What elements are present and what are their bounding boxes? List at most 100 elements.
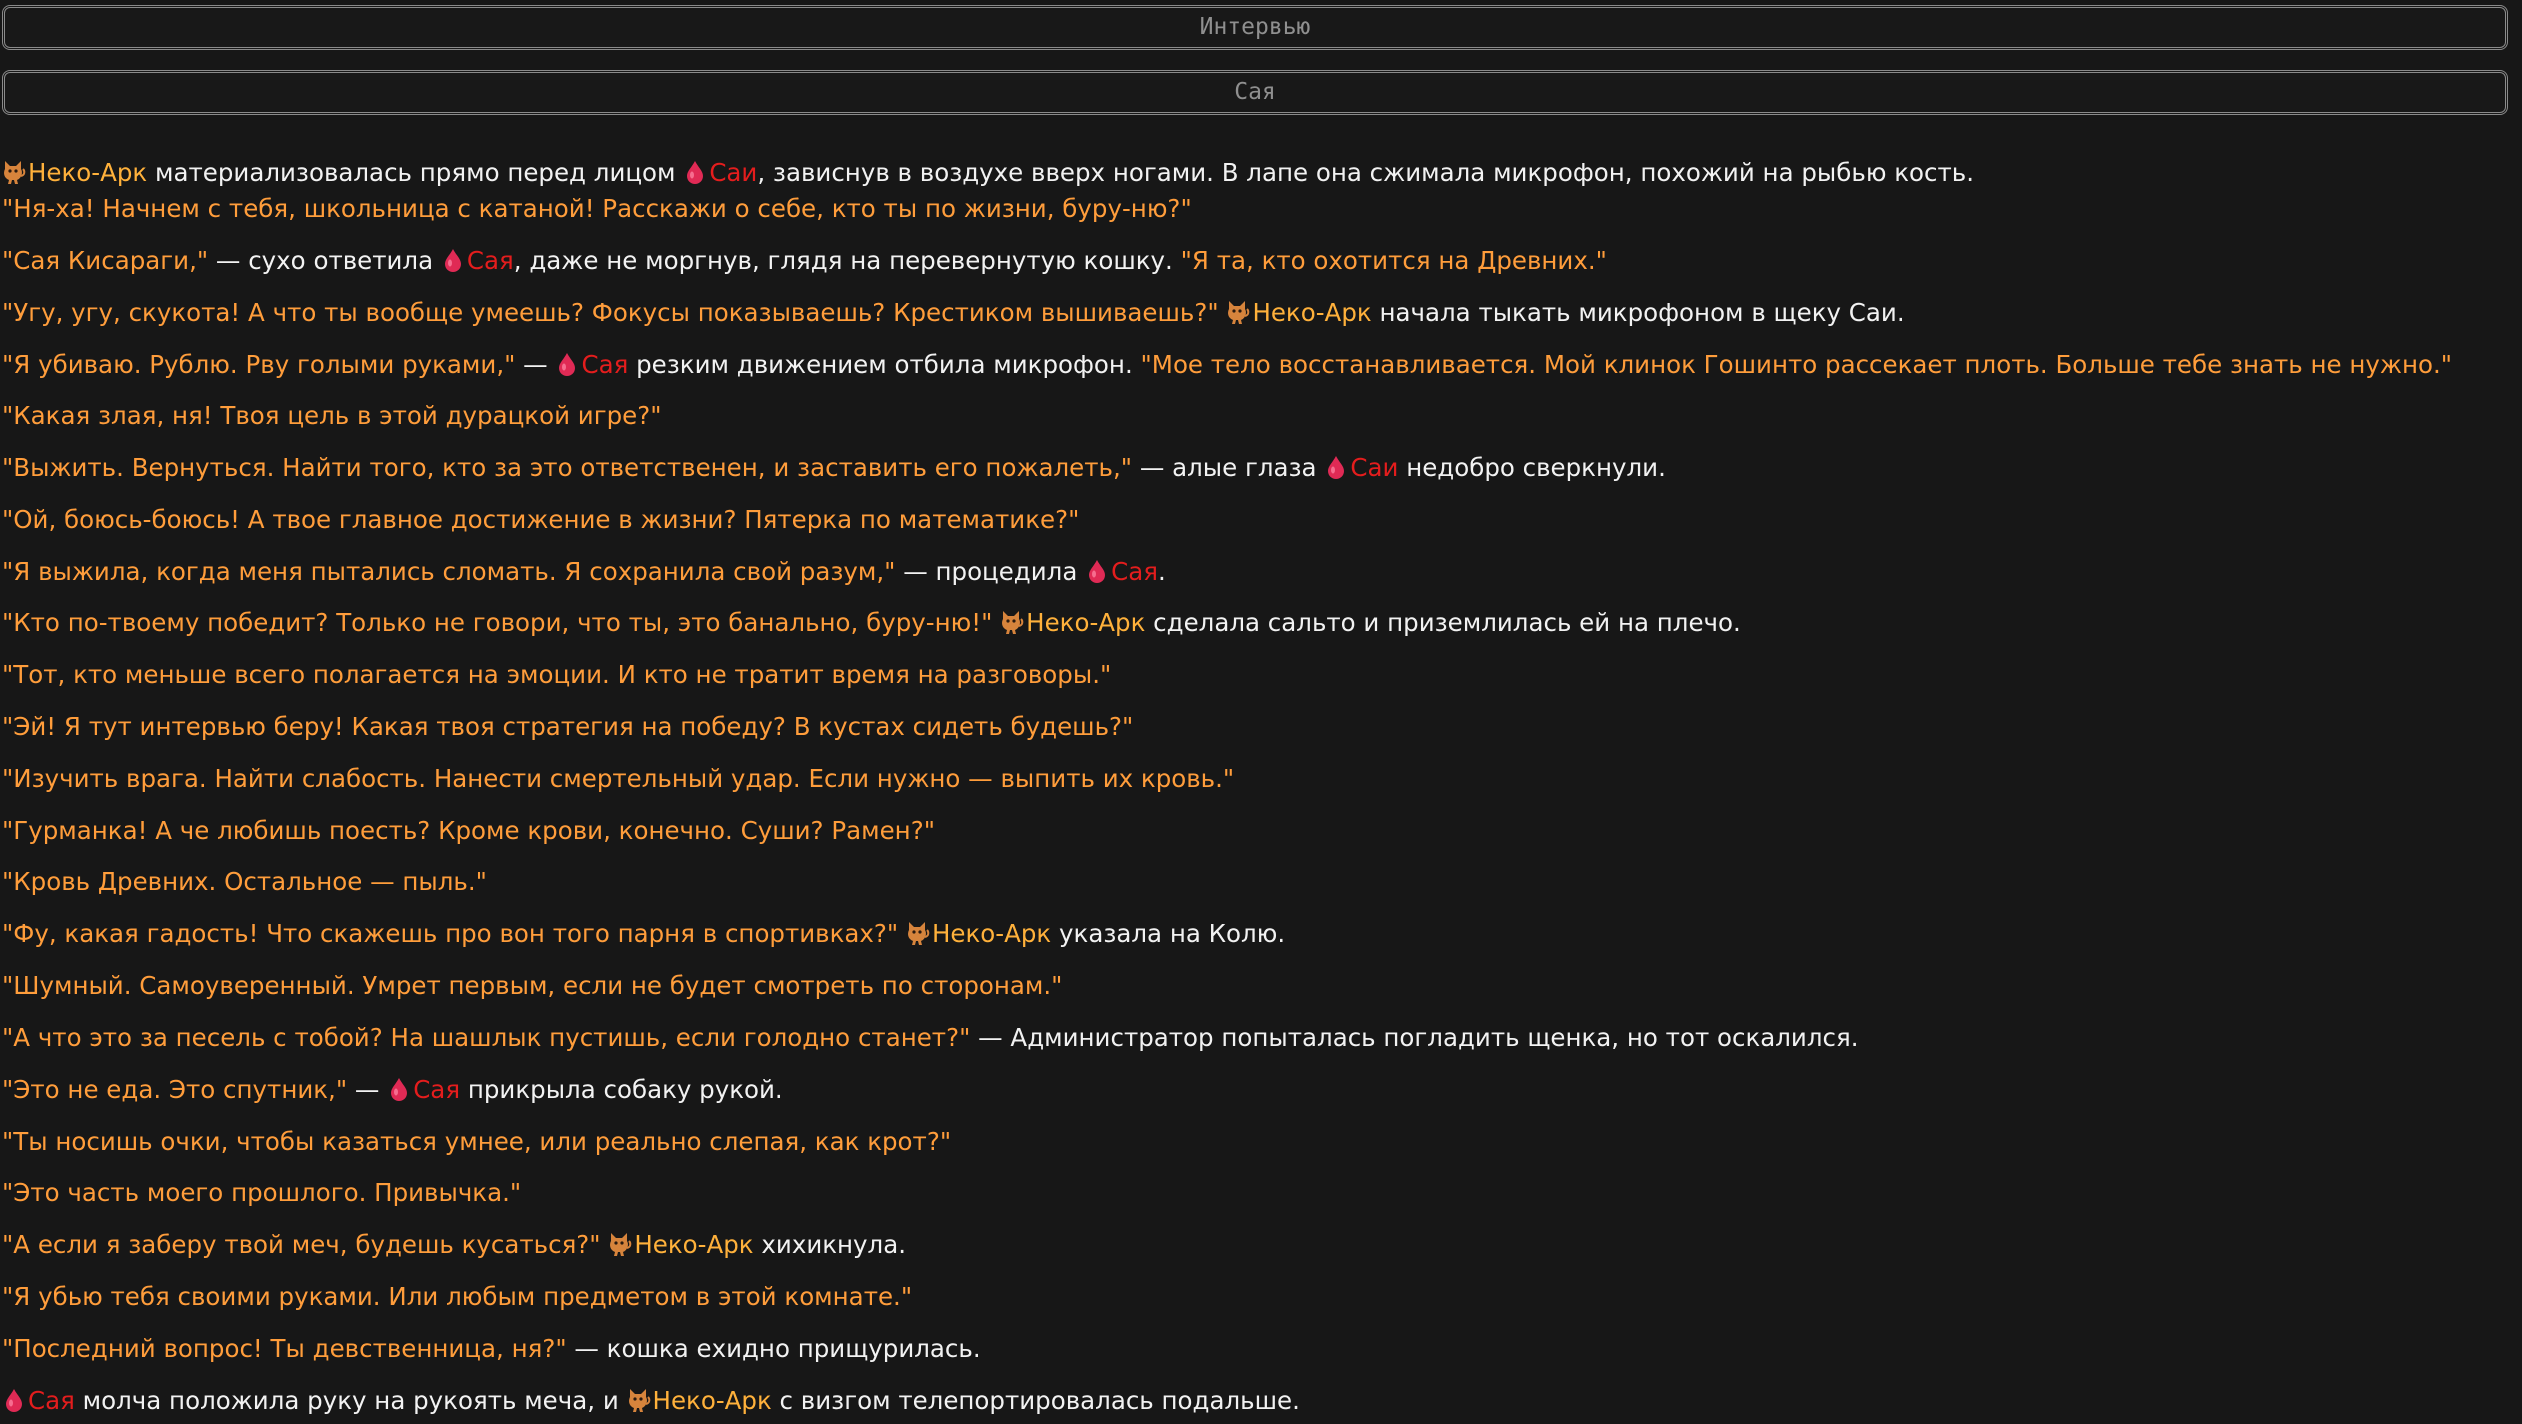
narration-text: материализовалась прямо перед лицом [147,158,684,187]
quote-text: "Я убью тебя своими руками. Или любым пр… [2,1282,913,1311]
quote-text: "Изучить врага. Найти слабость. Нанести … [2,764,1235,793]
narration-text: — кошка ехидно прищурилась. [566,1334,981,1363]
narration-text: — [347,1075,388,1104]
narration-text: , зависнув в воздухе вверх ногами. В лап… [757,158,1974,187]
dialogue-line: "Кто по-твоему победит? Только не говори… [2,608,1741,640]
quote-text: "А если я заберу твой меч, будешь кусать… [2,1230,601,1259]
narration-text: . [1158,557,1166,586]
dialogue-line: "Я выжила, когда меня пытались сломать. … [2,557,1166,589]
name-neko-arc: Неко-Арк [932,919,1052,948]
quote-text: "Это часть моего прошлого. Привычка." [2,1178,522,1207]
dialogue-line: "Выжить. Вернуться. Найти того, кто за э… [2,453,1666,485]
quote-text: "Я убиваю. Рублю. Рву голыми руками," [2,350,516,379]
narration-text [1219,298,1227,327]
dialogue-line: "Я убиваю. Рублю. Рву голыми руками," — … [2,350,2452,382]
dialogue-line: "А что это за песель с тобой? На шашлык … [2,1023,1859,1055]
quote-text: "Тот, кто меньше всего полагается на эмо… [2,660,1112,689]
quote-text: "Фу, какая гадость! Что скажешь про вон … [2,919,899,948]
narration-text: — алые глаза [1132,453,1325,482]
name-saya: Сая [413,1075,461,1104]
narration-text: — сухо ответила [208,246,441,275]
character-subtitle: Сая [2,70,2508,115]
quote-text: "Эй! Я тут интервью беру! Какая твоя стр… [2,712,1134,741]
dialogue-line: "Гурманка! А че любишь поесть? Кроме кро… [2,816,935,848]
quote-text: "А что это за песель с тобой? На шашлык … [2,1023,971,1052]
quote-text: "Выжить. Вернуться. Найти того, кто за э… [2,453,1133,482]
quote-text: "Я та, кто охотится на Древних." [1180,246,1607,275]
narration-text: указала на Колю. [1051,919,1286,948]
quote-text: "Сая Кисараги," [2,246,209,275]
dialogue-line: "Фу, какая гадость! Что скажешь про вон … [2,919,1285,951]
cat-icon [2,159,26,185]
cat-icon [1000,609,1024,635]
narration-text: сделала сальто и приземлилась ей на плеч… [1145,608,1741,637]
blood-drop-icon [1085,558,1109,584]
name-saya: Сая [1111,557,1158,586]
blood-drop-icon [555,351,579,377]
dialogue-line: Сая молча положила руку на рукоять меча,… [2,1386,1300,1418]
blood-drop-icon [683,159,707,185]
quote-text: "Я выжила, когда меня пытались сломать. … [2,557,896,586]
quote-text: "Кто по-твоему победит? Только не говори… [2,608,993,637]
dialogue-line: "Кровь Древних. Остальное — пыль." [2,867,487,899]
name-neko-arc: Неко-Арк [1026,608,1146,637]
page-title: Интервью [2,5,2508,50]
narration-text [992,608,1000,637]
dialogue-line: "Я убью тебя своими руками. Или любым пр… [2,1282,912,1314]
quote-text: "Ня-ха! Начнем с тебя, школьница с катан… [2,194,1192,223]
quote-text: "Последний вопрос! Ты девственница, ня?" [2,1334,567,1363]
dialogue-line: "Ня-ха! Начнем с тебя, школьница с катан… [2,194,1192,226]
dialogue-line: "Угу, угу, скукота! А что ты вообще умее… [2,298,1905,330]
name-saya: Сая [28,1386,75,1415]
dialogue-line: "Изучить врага. Найти слабость. Нанести … [2,764,1234,796]
narration-text: — процедила [895,557,1086,586]
narration-text [601,1230,609,1259]
quote-text: "Кровь Древних. Остальное — пыль." [2,867,487,896]
narration-text: начала тыкать микрофоном в щеку Саи. [1371,298,1905,327]
quote-text: "Это не еда. Это спутник," [2,1075,348,1104]
dialogue-line: "Какая злая, ня! Твоя цель в этой дурацк… [2,401,661,433]
name-neko-arc: Неко-Арк [634,1230,754,1259]
quote-text: "Ты носишь очки, чтобы казаться умнее, и… [2,1127,952,1156]
narration-text: — [515,350,556,379]
dialogue-line: "Это часть моего прошлого. Привычка." [2,1178,521,1210]
dialogue-line: "Шумный. Самоуверенный. Умрет первым, ес… [2,971,1062,1003]
name-saya: Саи [1350,453,1399,482]
narration-text: молча положила руку на рукоять меча, и [74,1386,627,1415]
dialogue-line: "А если я заберу твой меч, будешь кусать… [2,1230,906,1262]
quote-text: "Ой, боюсь-боюсь! А твое главное достиже… [2,505,1080,534]
dialogue-line: "Ты носишь очки, чтобы казаться умнее, и… [2,1127,951,1159]
quote-text: "Мое тело восстанавливается. Мой клинок … [1140,350,2453,379]
narration-text: с визгом телепортировалась подальше. [771,1386,1300,1415]
name-neko-arc: Неко-Арк [652,1386,772,1415]
quote-text: "Гурманка! А че любишь поесть? Кроме кро… [2,816,935,845]
narration-text: хихикнула. [753,1230,907,1259]
narration-text: резким движением отбила микрофон. [628,350,1141,379]
narration-text: — Администратор попыталась погладить щен… [970,1023,1859,1052]
name-neko-arc: Неко-Арк [1252,298,1372,327]
narration-text: недобро сверкнули. [1398,453,1666,482]
dialogue-line: Неко-Арк материализовалась прямо перед л… [2,158,1974,190]
name-saya: Саи [709,158,758,187]
dialogue-line: "Сая Кисараги," — сухо ответила Сая, даж… [2,246,1607,278]
name-saya: Сая [466,246,514,275]
blood-drop-icon [387,1076,411,1102]
blood-drop-icon [2,1387,26,1413]
cat-icon [627,1387,651,1413]
dialogue-line: "Ой, боюсь-боюсь! А твое главное достиже… [2,505,1079,537]
name-neko-arc: Неко-Арк [28,158,148,187]
narration-text: прикрыла собаку рукой. [460,1075,783,1104]
cat-icon [1226,299,1250,325]
dialogue-line: "Это не еда. Это спутник," — Сая прикрыл… [2,1075,783,1107]
quote-text: "Шумный. Самоуверенный. Умрет первым, ес… [2,971,1063,1000]
quote-text: "Угу, угу, скукота! А что ты вообще умее… [2,298,1219,327]
dialogue-line: "Эй! Я тут интервью беру! Какая твоя стр… [2,712,1133,744]
dialogue-line: "Последний вопрос! Ты девственница, ня?"… [2,1334,981,1366]
narration-text [898,919,906,948]
dialogue-line: "Тот, кто меньше всего полагается на эмо… [2,660,1111,692]
cat-icon [608,1231,632,1257]
blood-drop-icon [441,247,465,273]
cat-icon [906,920,930,946]
blood-drop-icon [1324,454,1348,480]
narration-text: , даже не моргнув, глядя на перевернутую… [513,246,1181,275]
